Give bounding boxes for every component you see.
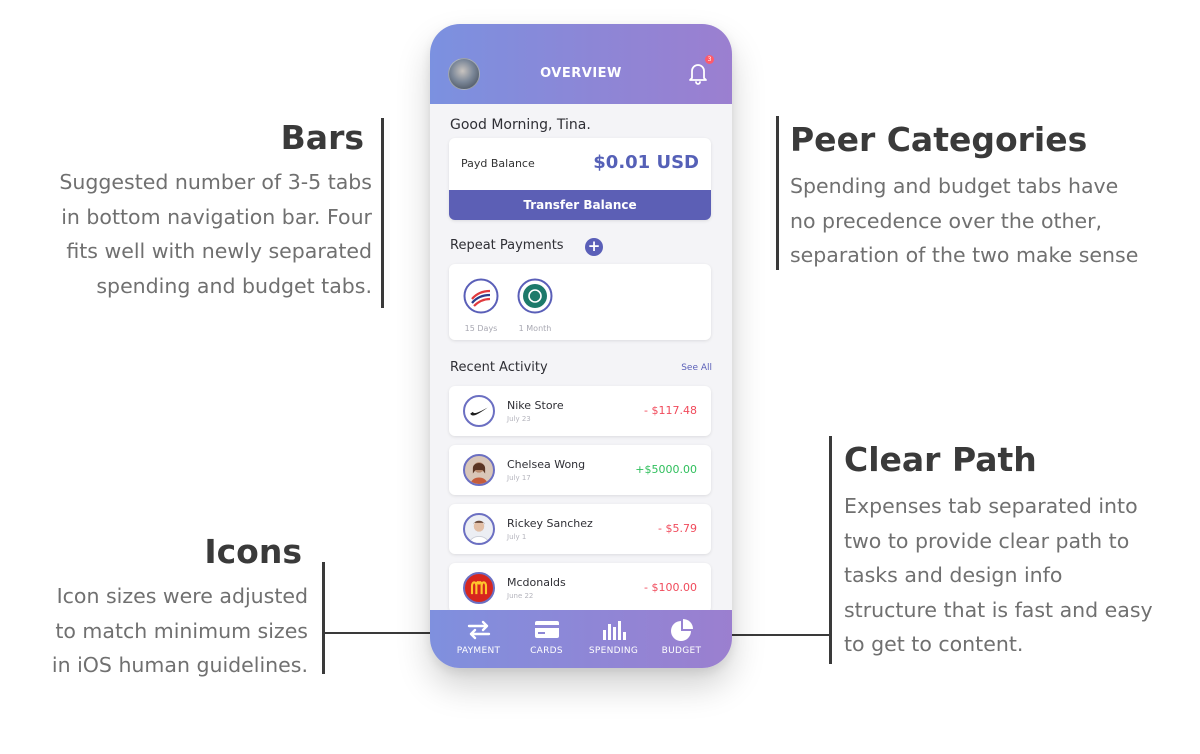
notification-badge: 3 <box>705 55 714 64</box>
activity-date: July 1 <box>507 533 527 541</box>
annotation-divider <box>381 118 384 308</box>
balance-value: $0.01 USD <box>593 152 699 173</box>
annotation-line: in iOS human guidelines. <box>51 653 308 677</box>
activity-date: June 22 <box>507 592 534 600</box>
activity-amount: - $117.48 <box>644 404 697 417</box>
tab-label: PAYMENT <box>456 646 501 656</box>
nike-logo-icon <box>463 395 495 427</box>
tab-label: BUDGET <box>661 646 702 656</box>
repeat-payment-label: 1 Month <box>518 324 552 333</box>
repeat-payments-title: Repeat Payments <box>450 238 564 253</box>
activity-amount: +$5000.00 <box>635 463 697 476</box>
activity-row[interactable]: Rickey Sanchez July 1 - $5.79 <box>449 504 711 554</box>
bottom-navigation-bar: PAYMENT CARDS SPENDING BUDGET <box>430 610 732 668</box>
tab-payment[interactable]: PAYMENT <box>441 618 516 656</box>
annotation-divider <box>322 562 325 674</box>
activity-row[interactable]: Mcdonalds June 22 - $100.00 <box>449 563 711 613</box>
tab-spending[interactable]: SPENDING <box>576 618 651 656</box>
person-avatar-icon <box>463 454 495 486</box>
annotation-line: fits well with newly separated <box>66 239 372 263</box>
annotation-bars: Bars Suggested number of 3-5 tabs in bot… <box>0 118 384 308</box>
pie-chart-icon <box>670 619 693 641</box>
annotation-title: Peer Categories <box>790 120 1088 159</box>
greeting: Good Morning, Tina. <box>450 117 591 133</box>
bell-icon[interactable] <box>686 60 710 86</box>
activity-row[interactable]: Chelsea Wong July 17 +$5000.00 <box>449 445 711 495</box>
see-all-link[interactable]: See All <box>681 363 712 373</box>
annotation-line: Suggested number of 3-5 tabs <box>59 170 372 194</box>
activity-amount: - $100.00 <box>644 581 697 594</box>
annotation-line: spending and budget tabs. <box>96 273 372 298</box>
activity-name: Mcdonalds <box>507 576 566 589</box>
annotation-line: to match minimum sizes <box>55 618 308 643</box>
activity-name: Rickey Sanchez <box>507 517 593 530</box>
repeat-payment-item[interactable]: 1 Month <box>509 278 561 333</box>
annotation-peer-categories: Peer Categories Spending and budget tabs… <box>776 116 1200 273</box>
tab-cards[interactable]: CARDS <box>509 618 584 656</box>
activity-amount: - $5.79 <box>658 522 697 535</box>
app-header: OVERVIEW 3 <box>430 24 732 104</box>
mcdonalds-logo-icon <box>463 572 495 604</box>
annotation-title: Icons <box>204 532 302 571</box>
annotation-clear-path: Clear Path Expenses tab separated into t… <box>829 436 1200 664</box>
activity-name: Nike Store <box>507 399 564 412</box>
annotation-title: Bars <box>280 118 364 157</box>
annotation-line: two to provide clear path to <box>844 528 1130 553</box>
add-repeat-payment-button[interactable]: + <box>585 238 603 256</box>
annotation-icons: Icons Icon sizes were adjusted to match … <box>0 532 325 683</box>
card-icon <box>534 621 559 638</box>
balance-label: Payd Balance <box>461 157 535 170</box>
annotation-title: Clear Path <box>844 440 1037 479</box>
annotation-line: tasks and design info <box>844 563 1063 587</box>
person-avatar-icon <box>463 513 495 545</box>
recent-activity-title: Recent Activity <box>450 360 548 375</box>
bank-of-america-logo-icon <box>463 278 499 314</box>
annotation-line: in bottom navigation bar. Four <box>61 204 372 229</box>
annotation-divider <box>829 436 832 664</box>
repeat-payments-card: 15 Days 1 Month <box>449 264 711 340</box>
activity-row[interactable]: Nike Store July 23 - $117.48 <box>449 386 711 436</box>
activity-date: July 23 <box>507 415 531 423</box>
tlc-logo-icon <box>517 278 553 314</box>
annotation-line: Expenses tab separated into <box>844 494 1138 518</box>
balance-card: Payd Balance $0.01 USD Transfer Balance <box>449 138 711 220</box>
repeat-payment-label: 15 Days <box>464 324 498 333</box>
annotation-line: Spending and budget tabs have <box>790 174 1119 198</box>
annotation-divider <box>776 116 779 270</box>
annotation-line: no precedence over the other, <box>790 208 1103 233</box>
annotation-line: separation of the two make sense <box>790 243 1139 267</box>
activity-name: Chelsea Wong <box>507 458 586 471</box>
annotation-line: structure that is fast and easy <box>844 597 1153 622</box>
transfer-balance-button[interactable]: Transfer Balance <box>449 190 711 220</box>
activity-date: July 17 <box>507 474 531 482</box>
tab-budget[interactable]: BUDGET <box>644 618 719 656</box>
transfer-arrows-icon <box>467 620 490 640</box>
annotation-line: Icon sizes were adjusted <box>56 584 308 608</box>
bar-chart-icon <box>602 621 626 640</box>
tab-label: CARDS <box>530 646 563 656</box>
annotation-line: to get to content. <box>844 632 1024 656</box>
tab-label: SPENDING <box>588 646 639 656</box>
repeat-payment-item[interactable]: 15 Days <box>455 278 507 333</box>
phone-screen: OVERVIEW 3 Good Morning, Tina. Payd Bala… <box>430 24 732 668</box>
